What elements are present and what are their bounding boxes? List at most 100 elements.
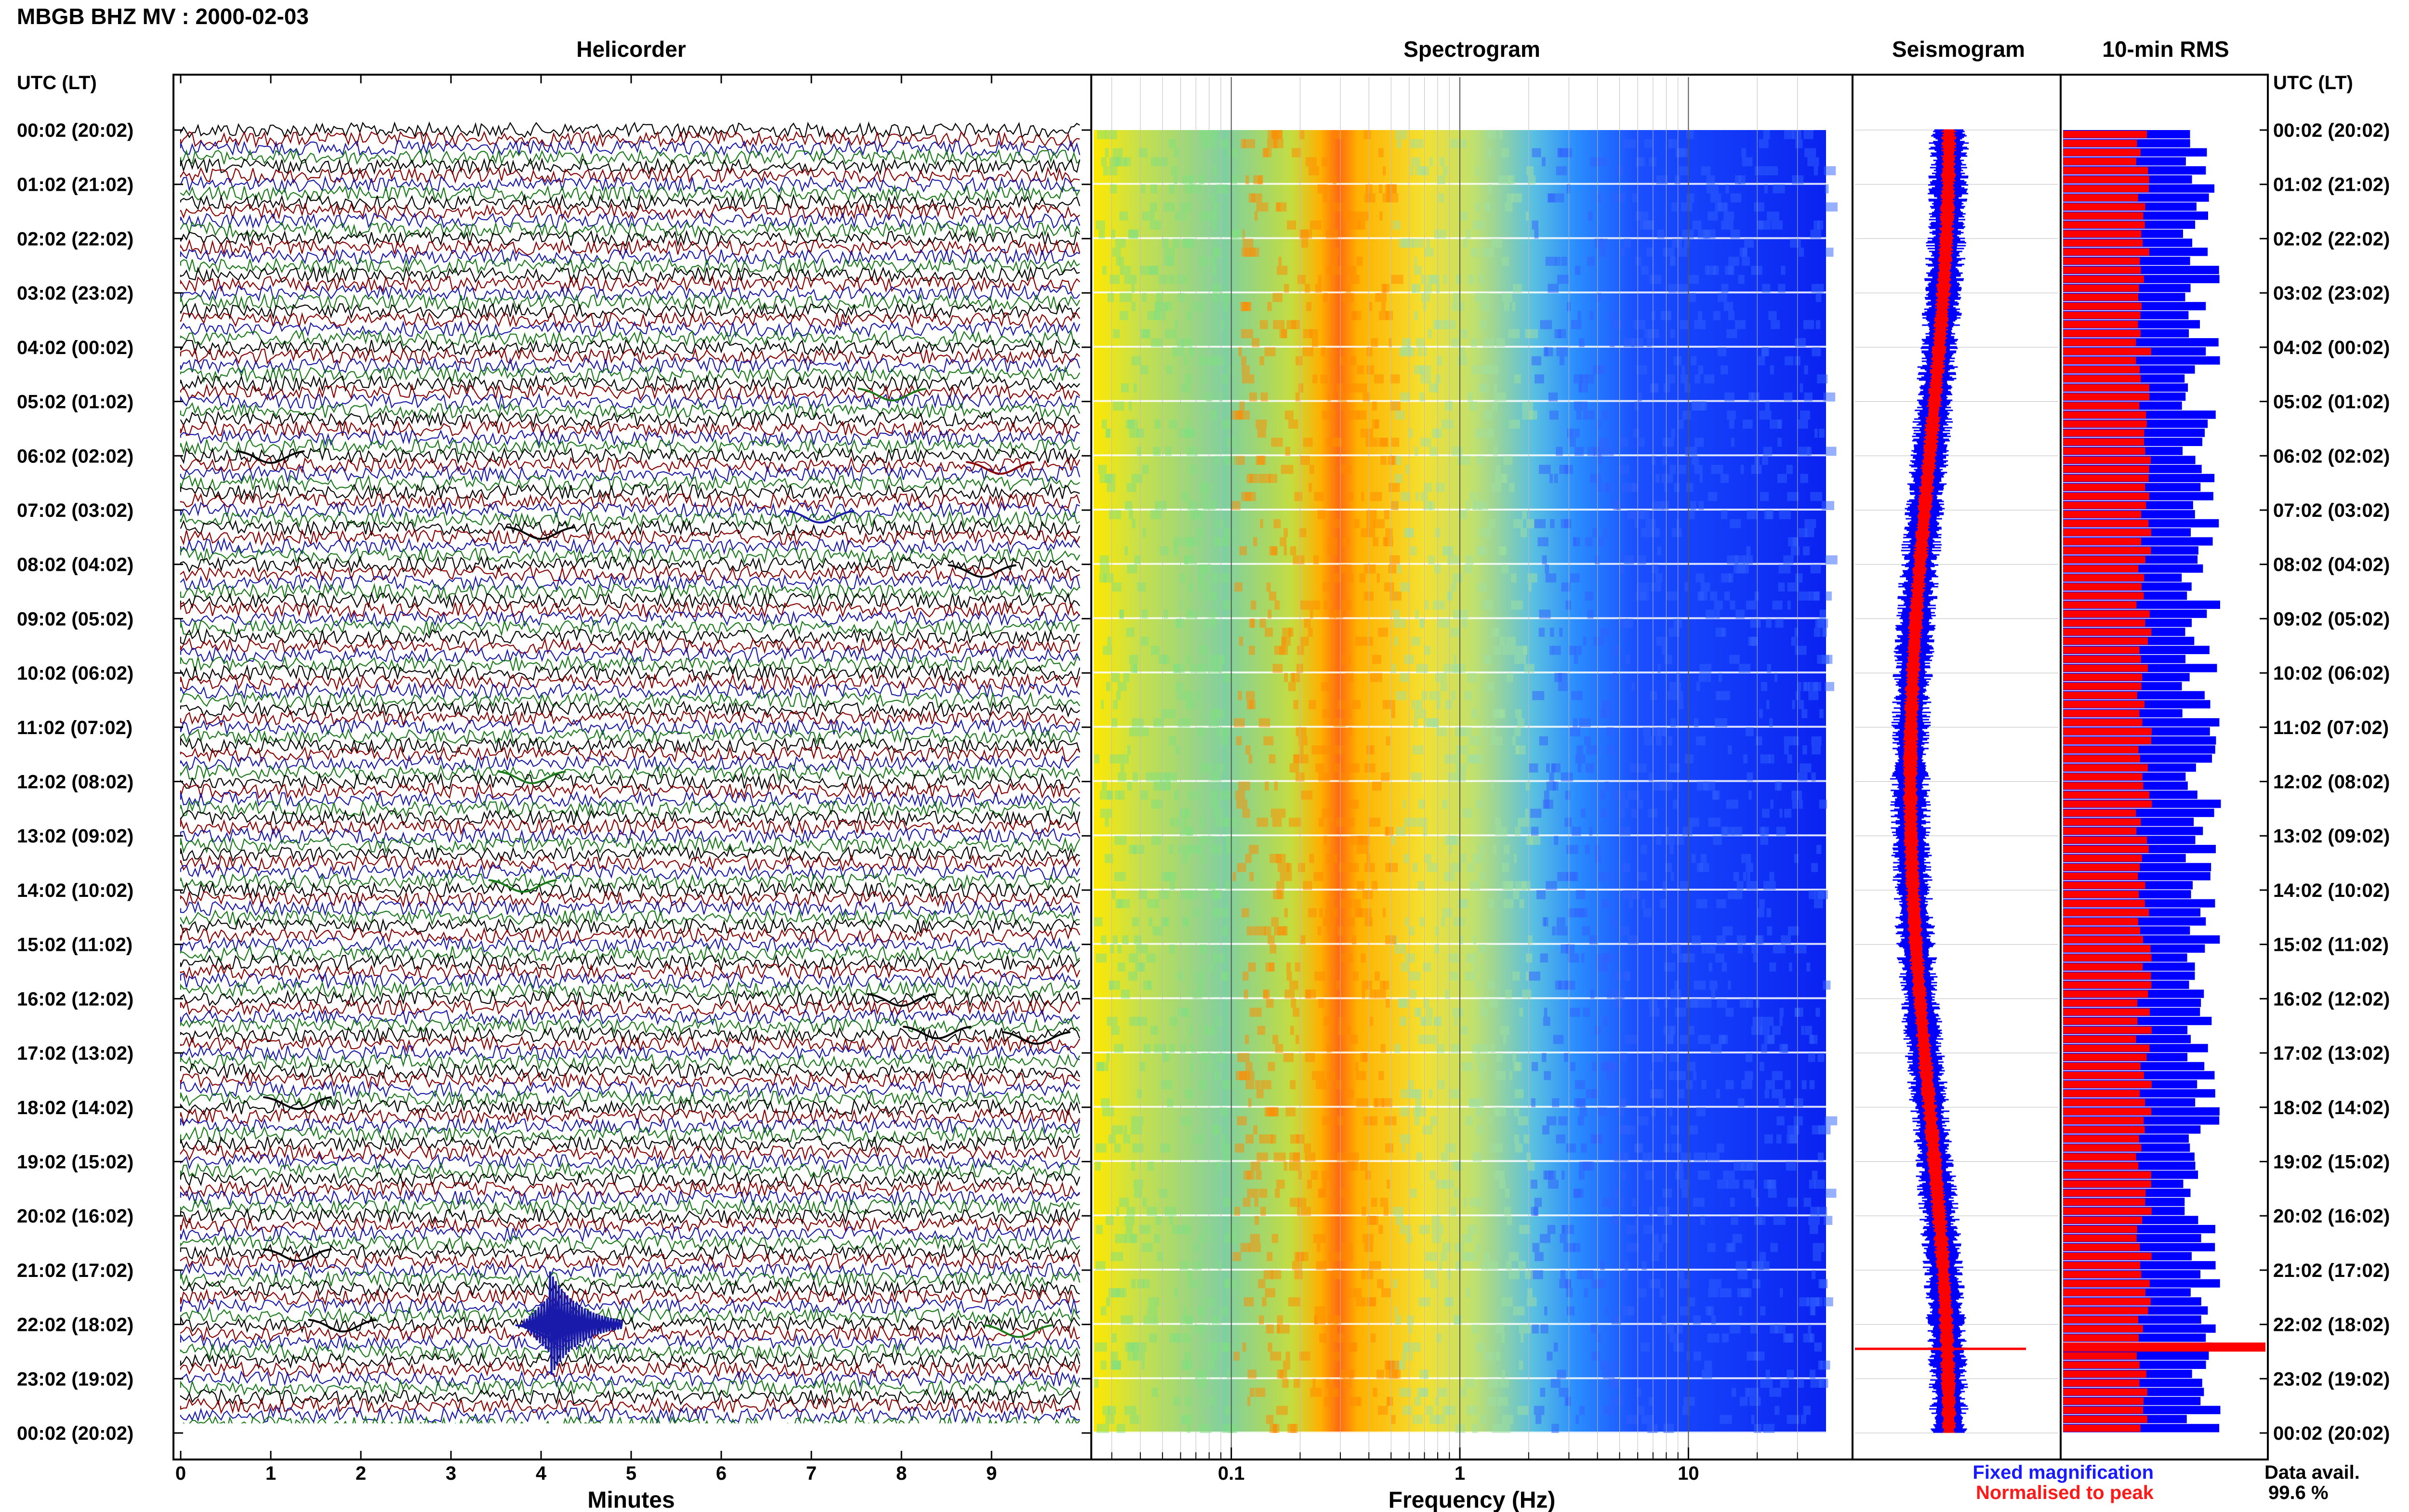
spectrogram-cell bbox=[1761, 456, 1768, 465]
spectrogram-cell bbox=[1465, 972, 1476, 981]
spectrogram-cell bbox=[1191, 302, 1203, 311]
spectrogram-cell bbox=[1234, 582, 1243, 592]
spectrogram-cell bbox=[1384, 510, 1390, 519]
spectrogram-cell bbox=[1473, 935, 1476, 945]
spectrogram-cell bbox=[1137, 582, 1146, 592]
spectrogram-cell bbox=[1489, 1116, 1493, 1126]
spectrogram-cell bbox=[1509, 483, 1515, 492]
spectrogram-cell bbox=[1211, 265, 1216, 275]
spectrogram-cell bbox=[1785, 1080, 1791, 1090]
spectrogram-cell bbox=[1577, 1116, 1584, 1126]
spectrogram-cell bbox=[1199, 175, 1204, 184]
spectrogram-cell bbox=[1557, 1369, 1566, 1379]
spectrogram-cell bbox=[1311, 745, 1324, 755]
spectrogram-cell bbox=[1476, 1342, 1485, 1352]
spectrogram-cell bbox=[1666, 592, 1677, 601]
spectrogram-cell bbox=[1597, 157, 1608, 167]
spectrogram-cell bbox=[1586, 745, 1598, 755]
spectrogram-cell bbox=[1148, 1297, 1159, 1306]
spectrogram-cell bbox=[1124, 546, 1128, 555]
rms-normalised-bar bbox=[2063, 610, 2150, 618]
spectrogram-cell bbox=[1233, 1351, 1240, 1361]
spectrogram-cell bbox=[1233, 718, 1245, 727]
spectrogram-cell bbox=[1244, 1035, 1249, 1044]
spectrogram-cell bbox=[1416, 338, 1425, 347]
spectrogram-cell bbox=[1530, 808, 1542, 818]
spectrogram-cell bbox=[1196, 1306, 1205, 1315]
spectrogram-cell bbox=[1777, 437, 1782, 447]
spectrogram-cell bbox=[1141, 1243, 1153, 1252]
spectrogram-cell bbox=[1235, 790, 1245, 800]
spectrogram-cell bbox=[1697, 311, 1702, 320]
spectrogram-cell bbox=[1206, 1360, 1215, 1370]
spectrogram-cell bbox=[1353, 1288, 1362, 1298]
spectrogram-cell bbox=[1694, 718, 1699, 727]
spectrogram-cell bbox=[1731, 1216, 1738, 1225]
spectrogram-cell bbox=[1445, 320, 1456, 329]
spectrogram-cell bbox=[1773, 184, 1785, 194]
spectrogram-cell bbox=[1626, 1415, 1639, 1424]
spectrogram-cell bbox=[1550, 519, 1555, 528]
spectrogram-cell bbox=[1333, 257, 1337, 266]
spectrogram-cell bbox=[1158, 655, 1170, 664]
spectrogram-cell bbox=[1684, 383, 1691, 393]
spectrogram-cell bbox=[1207, 655, 1213, 664]
spectrogram-cell bbox=[1587, 257, 1595, 266]
spectrogram-cell bbox=[1386, 700, 1395, 710]
spectrogram-cell bbox=[1186, 420, 1190, 429]
spectrogram-cell bbox=[1602, 410, 1608, 420]
time-label-left: 01:02 (21:02) bbox=[17, 174, 133, 196]
rms-normalised-bar bbox=[2063, 999, 2138, 1007]
spectrogram-cell bbox=[1751, 465, 1762, 474]
rms-normalised-bar bbox=[2063, 700, 2144, 708]
spectrogram-cell bbox=[1707, 492, 1718, 501]
spectrogram-cell bbox=[1804, 1026, 1812, 1035]
spectrogram-cell bbox=[1762, 1261, 1770, 1270]
rms-normalised-bar bbox=[2063, 1126, 2145, 1133]
spectrogram-cell bbox=[1655, 736, 1662, 746]
spectrogram-cell bbox=[1727, 555, 1738, 565]
spectrogram-cell bbox=[1554, 836, 1559, 845]
spectrogram-cell bbox=[1553, 193, 1564, 203]
rms-normalised-bar bbox=[2063, 791, 2150, 799]
spectrogram-cell bbox=[1406, 528, 1414, 538]
spectrogram-cell bbox=[1496, 338, 1505, 347]
minute-tick-label: 3 bbox=[446, 1463, 456, 1484]
spectrogram-cell bbox=[1150, 510, 1162, 519]
spectrogram-cell bbox=[1619, 564, 1624, 574]
rms-normalised-bar bbox=[2063, 176, 2149, 184]
spectrogram-cell bbox=[1366, 1297, 1376, 1306]
spectrogram-cell bbox=[1731, 437, 1735, 447]
spectrogram-cell bbox=[1167, 1098, 1173, 1107]
spectrogram-cell bbox=[1364, 863, 1375, 872]
spectrogram-cell bbox=[1735, 175, 1741, 184]
spectrogram-cell bbox=[1174, 790, 1179, 800]
spectrogram-cell bbox=[1185, 1089, 1194, 1098]
rms-normalised-bar bbox=[2063, 1216, 2143, 1224]
spectrogram-cell bbox=[1551, 1424, 1559, 1433]
spectrogram-cell bbox=[1819, 1379, 1824, 1388]
spectrogram-cell bbox=[1759, 1252, 1766, 1262]
spectrogram-cell bbox=[1411, 157, 1421, 167]
spectrogram-cell bbox=[1641, 528, 1654, 538]
spectrogram-cell bbox=[1574, 401, 1584, 411]
spectrogram-cell bbox=[1385, 999, 1390, 1008]
spectrogram-cell bbox=[1271, 546, 1278, 555]
rms-normalised-bar bbox=[2063, 321, 2138, 328]
spectrogram-cell bbox=[1650, 1071, 1654, 1080]
spectrogram-cell bbox=[1670, 872, 1674, 881]
spectrogram-cell bbox=[1137, 447, 1141, 456]
spectrogram-cell bbox=[1781, 935, 1791, 945]
spectrogram-cell bbox=[1729, 655, 1740, 664]
spectrogram-cell bbox=[1195, 1369, 1207, 1379]
spectrogram-cell bbox=[1211, 790, 1218, 800]
spectrogram-cell bbox=[1294, 754, 1299, 763]
spectrogram-cell bbox=[1699, 664, 1712, 673]
spectrogram-cell bbox=[1681, 365, 1685, 375]
spectrogram-cell bbox=[1131, 1116, 1144, 1126]
spectrogram-cell bbox=[1154, 1315, 1159, 1325]
spectrogram-cell bbox=[1728, 980, 1731, 990]
spectrogram-cell bbox=[1495, 1071, 1506, 1080]
spectrogram-cell bbox=[1350, 1089, 1354, 1098]
rms-normalised-bar bbox=[2063, 972, 2151, 980]
